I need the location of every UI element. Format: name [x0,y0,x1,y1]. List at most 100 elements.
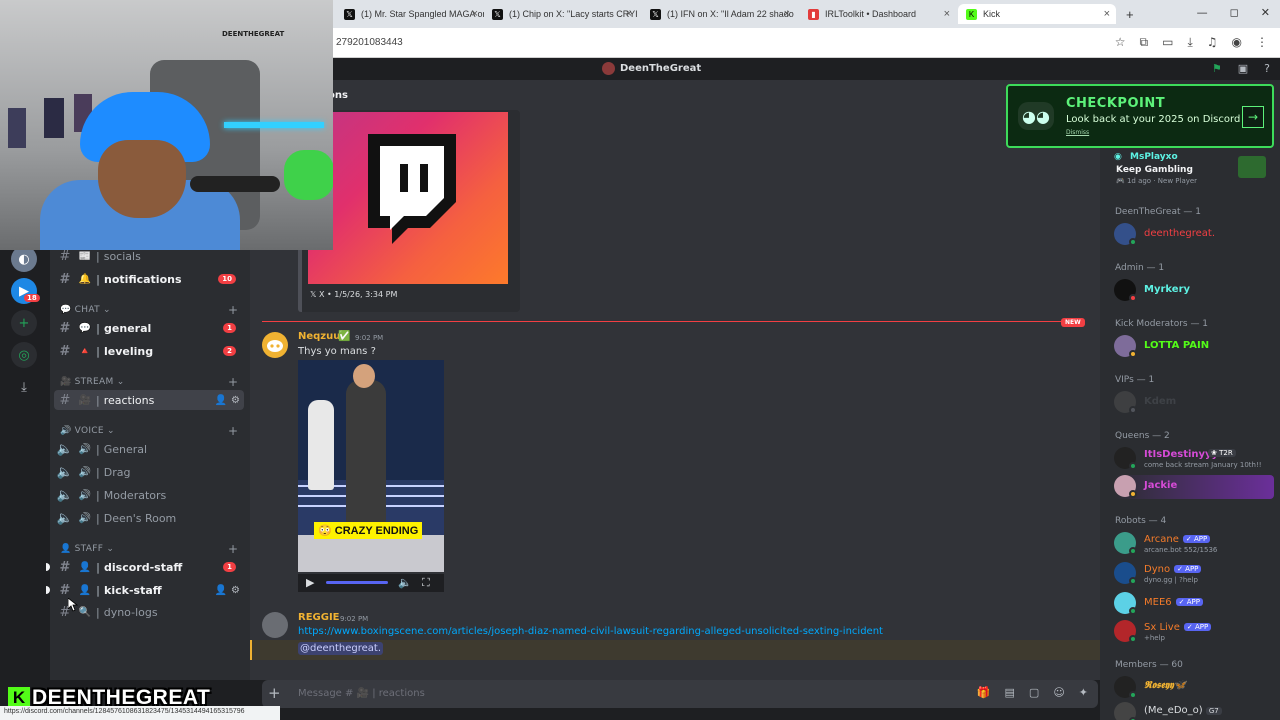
emoji-icon[interactable]: ☺ [1053,686,1064,699]
category-stream[interactable]: 🎥 STREAM ⌄ + [60,375,238,389]
new-tab-button[interactable]: + [1118,4,1138,24]
hashtag-icon: # [59,271,71,287]
channel-general[interactable]: # 💬 | general 1 [54,318,244,338]
member-item[interactable]: Kdem [1114,391,1274,415]
gif-icon[interactable]: ▤ [1005,686,1015,699]
category-voice[interactable]: 🔊 VOICE ⌄ + [60,424,238,438]
message-author[interactable]: REGGIE [298,612,340,623]
browser-tab[interactable]: 𝕏 (1) IFN on X: "Il Adam 22 shado × [642,4,796,24]
avatar[interactable] [262,332,288,358]
message-author[interactable]: Neqzuu [298,331,340,342]
avatar[interactable] [262,612,288,638]
member-item[interactable]: 𝕽𝖔𝖘𝖊𝖞𝖞🦋 [1114,676,1274,700]
channel-reactions[interactable]: # 🎥 | reactions 👤 ⚙ [54,390,244,410]
new-messages-divider [262,321,1082,322]
voice-channel-moderators[interactable]: 🔈 🔊 | Moderators [54,485,244,505]
apps-icon[interactable]: ✦ [1079,686,1088,699]
gear-icon[interactable]: ⚙ [231,585,240,596]
dnd-status-icon [1129,294,1137,302]
channel-dyno-logs[interactable]: # 🔍 | dyno-logs [54,602,244,622]
browser-tab[interactable]: ▮ IRLToolkit • Dashboard × [800,4,956,24]
cast-icon[interactable]: ▭ [1162,35,1173,50]
add-channel-icon[interactable]: + [228,542,238,556]
member-item[interactable]: MEE6 ✓ APP [1114,592,1274,616]
fighter-figure [346,380,386,530]
message-timestamp: 9:02 PM [340,615,369,623]
channel-notifications[interactable]: # 🔔 | notifications 10 [54,269,244,289]
add-channel-icon[interactable]: + [228,303,238,317]
sticker-icon[interactable]: ▢ [1029,686,1039,699]
green-object [284,150,333,200]
online-status-icon [1129,607,1137,615]
member-item[interactable]: Jackie [1114,475,1274,499]
play-icon[interactable]: ▶ [306,576,314,589]
discover-icon[interactable]: ◎ [11,342,37,368]
member-activity[interactable]: ◉ MsPlayxo Keep Gambling 🎮 1d ago · New … [1114,150,1274,186]
menu-icon[interactable]: ⋮ [1256,35,1268,50]
download-icon[interactable]: ⤓ [1187,35,1192,50]
add-server-icon[interactable]: + [11,310,37,336]
help-icon[interactable]: ? [1264,62,1270,75]
browser-tab-active[interactable]: K Kick × [958,4,1116,24]
close-tab-icon[interactable]: × [472,8,478,20]
category-chat[interactable]: 💬 CHAT ⌄ + [60,303,238,317]
message-link[interactable]: https://www.boxingscene.com/articles/jos… [298,626,883,637]
flag-icon[interactable]: ⚑ [1212,62,1222,75]
member-item[interactable]: Arcane ✓ APP arcane.bot 552/1536 [1114,532,1274,556]
fullscreen-icon[interactable]: ⛶ [422,576,430,590]
channel-discord-staff[interactable]: # 👤 | discord-staff 1 [46,557,244,577]
close-window-button[interactable]: ✕ [1261,6,1270,19]
category-staff[interactable]: 👤 STAFF ⌄ + [60,542,238,556]
maximize-button[interactable]: ◻ [1230,6,1239,19]
invite-icon[interactable]: 👤 [215,585,227,596]
voice-channel-general[interactable]: 🔈 🔊 | General [54,439,244,459]
member-item[interactable]: Myrkery [1114,279,1274,303]
browser-tab[interactable]: 𝕏 (1) Mr. Star Spangled MAGA on × [336,4,484,24]
gift-icon[interactable]: 🎁 [977,686,991,699]
member-item[interactable]: (Me_eDo_o) G7 [1114,702,1274,720]
microphone [190,176,280,192]
close-tab-icon[interactable]: × [944,8,950,20]
extensions-icon[interactable]: ⧉ [1140,35,1149,50]
invite-icon[interactable]: 👤 [215,395,227,406]
member-item[interactable]: LOTTA PAIN [1114,335,1274,359]
browser-tab[interactable]: 𝕏 (1) Chip on X: "Lacy starts CRYI × [484,4,638,24]
online-status-icon [1129,691,1137,699]
download-apps-icon[interactable]: ⤓ [11,374,37,400]
checkpoint-banner[interactable]: ◕◕ CHECKPOINT Look back at your 2025 on … [1006,84,1274,148]
member-group-label: DeenTheGreat — 1 [1115,207,1201,217]
add-channel-icon[interactable]: + [228,424,238,438]
member-item[interactable]: ItIsDestinyyy ❀ T2R come back stream Jan… [1114,447,1274,471]
member-item[interactable]: deenthegreat. [1114,223,1274,247]
close-tab-icon[interactable]: × [784,8,790,20]
video-attachment[interactable] [298,360,444,572]
person-icon: 👤 [78,584,92,596]
kick-icon: K [966,8,977,20]
add-channel-icon[interactable]: + [228,375,238,389]
voice-channel-drag[interactable]: 🔈 🔊 | Drag [54,462,244,482]
channel-kick-staff[interactable]: # 👤 | kick-staff 👤 ⚙ [46,580,244,600]
message-composer[interactable]: + Message # 🎥 | reactions 🎁 ▤ ▢ ☺ ✦ [262,680,1098,708]
url-text[interactable]: 279201083443 [336,37,403,48]
unread-badge: 2 [223,346,236,356]
member-item[interactable]: Dyno ✓ APP dyno.gg | ?help [1114,562,1274,586]
video-progress-bar[interactable] [326,581,388,584]
arrow-right-icon[interactable]: → [1242,106,1264,128]
attach-plus-icon[interactable]: + [268,684,281,702]
dismiss-link[interactable]: Dismiss [1066,129,1089,136]
volume-icon[interactable]: 🔈 [398,576,412,589]
embed-image[interactable] [308,112,508,284]
voice-channel-deens-room[interactable]: 🔈 🔊 | Deen's Room [54,508,244,528]
member-item[interactable]: Sx Live ✓ APP +help [1114,620,1274,644]
gear-icon[interactable]: ⚙ [231,395,240,406]
inbox-icon[interactable]: ▣ [1238,62,1248,75]
media-icon[interactable]: ♫ [1207,35,1218,50]
close-tab-icon[interactable]: × [626,8,632,20]
discord-logo-icon [267,340,283,352]
close-tab-icon[interactable]: × [1104,8,1110,20]
bookmark-star-icon[interactable]: ☆ [1115,35,1126,50]
channel-leveling[interactable]: # 🔺 | leveling 2 [54,341,244,361]
minimize-button[interactable]: — [1197,6,1208,19]
user-mention[interactable]: @deenthegreat. [298,642,384,655]
profile-icon[interactable]: ◉ [1232,35,1242,50]
